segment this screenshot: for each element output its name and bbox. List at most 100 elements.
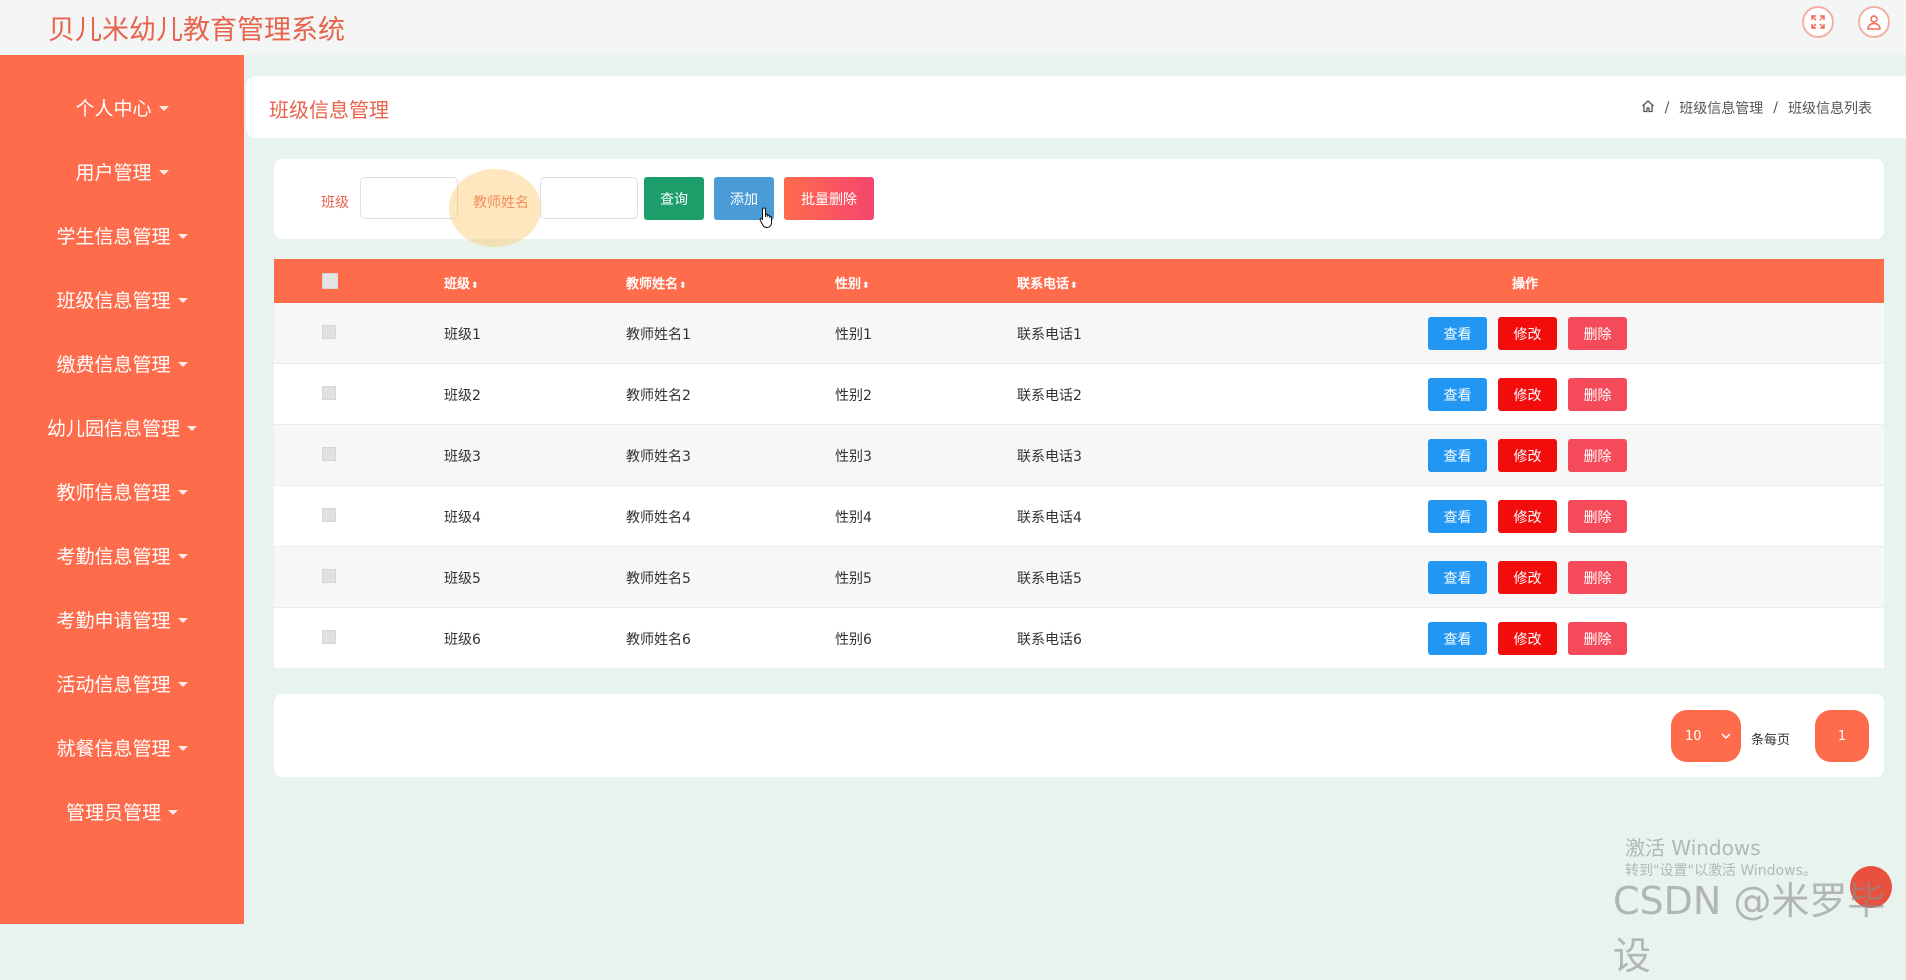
delete-button[interactable]: 删除 xyxy=(1568,439,1627,472)
caret-down-icon xyxy=(177,681,188,687)
sort-icon: ⬍ xyxy=(679,281,687,291)
home-icon[interactable] xyxy=(1641,99,1655,117)
cell-phone: 联系电话6 xyxy=(1017,632,1082,648)
sort-icon: ⬍ xyxy=(862,281,870,291)
edit-button[interactable]: 修改 xyxy=(1498,622,1557,655)
table-row: 班级3 教师姓名3 性别3 联系电话3 查看 修改 删除 xyxy=(274,425,1884,486)
view-button[interactable]: 查看 xyxy=(1428,439,1487,472)
view-button[interactable]: 查看 xyxy=(1428,561,1487,594)
cell-class: 班级4 xyxy=(444,510,481,526)
edit-button[interactable]: 修改 xyxy=(1498,378,1557,411)
cell-teacher: 教师姓名4 xyxy=(626,510,691,526)
pagination-bar: 10 条每页 1 xyxy=(274,694,1884,777)
sidebar-item-label: 学生信息管理 xyxy=(56,225,171,248)
edit-button[interactable]: 修改 xyxy=(1498,317,1557,350)
delete-button[interactable]: 删除 xyxy=(1568,622,1627,655)
sidebar-item-activities[interactable]: 活动信息管理 xyxy=(0,663,244,703)
sidebar-item-label: 就餐信息管理 xyxy=(56,737,171,760)
row-checkbox[interactable] xyxy=(322,447,336,461)
user-icon[interactable] xyxy=(1858,6,1890,38)
sidebar-item-payments[interactable]: 缴费信息管理 xyxy=(0,343,244,383)
cell-phone: 联系电话4 xyxy=(1017,510,1082,526)
caret-down-icon xyxy=(177,361,188,367)
page-button-current[interactable]: 1 xyxy=(1815,710,1869,762)
view-button[interactable]: 查看 xyxy=(1428,317,1487,350)
batch-delete-button[interactable]: 批量删除 xyxy=(784,177,874,220)
column-header-teacher[interactable]: 教师姓名⬍ xyxy=(626,273,687,292)
page-size-value: 10 xyxy=(1685,728,1702,744)
page-header: 班级信息管理 / 班级信息管理 / 班级信息列表 xyxy=(246,76,1906,138)
edit-button[interactable]: 修改 xyxy=(1498,439,1557,472)
delete-button[interactable]: 删除 xyxy=(1568,378,1627,411)
view-button[interactable]: 查看 xyxy=(1428,622,1487,655)
cell-teacher: 教师姓名6 xyxy=(626,632,691,648)
caret-down-icon xyxy=(177,297,188,303)
teacher-name-search-input[interactable] xyxy=(540,177,638,219)
breadcrumb-separator: / xyxy=(1664,100,1670,116)
sidebar-item-attendance-request[interactable]: 考勤申请管理 xyxy=(0,599,244,639)
delete-button[interactable]: 删除 xyxy=(1568,561,1627,594)
edit-button[interactable]: 修改 xyxy=(1498,500,1557,533)
row-checkbox[interactable] xyxy=(322,325,336,339)
fullscreen-icon[interactable] xyxy=(1802,6,1834,38)
table-row: 班级1 教师姓名1 性别1 联系电话1 查看 修改 删除 xyxy=(274,303,1884,364)
row-checkbox[interactable] xyxy=(322,386,336,400)
sort-icon: ⬍ xyxy=(471,281,479,291)
delete-button[interactable]: 删除 xyxy=(1568,317,1627,350)
sidebar-item-kindergarten[interactable]: 幼儿园信息管理 xyxy=(0,407,244,447)
column-header-phone[interactable]: 联系电话⬍ xyxy=(1017,273,1078,292)
breadcrumb: / 班级信息管理 / 班级信息列表 xyxy=(1641,98,1872,118)
top-header: 贝儿米幼儿教育管理系统 xyxy=(0,0,1906,55)
sidebar-item-admins[interactable]: 管理员管理 xyxy=(0,791,244,831)
caret-down-icon xyxy=(177,489,188,495)
cell-gender: 性别6 xyxy=(835,632,872,648)
sidebar-item-teachers[interactable]: 教师信息管理 xyxy=(0,471,244,511)
sidebar-item-label: 教师信息管理 xyxy=(56,481,171,504)
delete-button[interactable]: 删除 xyxy=(1568,500,1627,533)
cell-class: 班级2 xyxy=(444,388,481,404)
sidebar-item-label: 管理员管理 xyxy=(65,801,161,824)
sidebar-item-personal-center[interactable]: 个人中心 xyxy=(0,87,244,127)
column-header-class[interactable]: 班级⬍ xyxy=(444,273,479,292)
sidebar-item-label: 考勤信息管理 xyxy=(56,545,171,568)
cell-phone: 联系电话1 xyxy=(1017,327,1082,343)
table-row: 班级2 教师姓名2 性别2 联系电话2 查看 修改 删除 xyxy=(274,364,1884,425)
query-button[interactable]: 查询 xyxy=(644,177,704,220)
breadcrumb-separator: / xyxy=(1773,100,1778,116)
caret-down-icon xyxy=(187,425,197,431)
cell-phone: 联系电话3 xyxy=(1017,449,1082,465)
sidebar-item-users[interactable]: 用户管理 xyxy=(0,151,244,191)
sidebar-item-meals[interactable]: 就餐信息管理 xyxy=(0,727,244,767)
sidebar-item-classes[interactable]: 班级信息管理 xyxy=(0,279,244,319)
sidebar-item-students[interactable]: 学生信息管理 xyxy=(0,215,244,255)
breadcrumb-item-class-management[interactable]: 班级信息管理 xyxy=(1679,98,1763,118)
sidebar-item-label: 班级信息管理 xyxy=(56,289,171,312)
caret-down-icon xyxy=(168,809,178,815)
class-search-input[interactable] xyxy=(360,177,458,219)
caret-down-icon xyxy=(158,169,169,175)
view-button[interactable]: 查看 xyxy=(1428,378,1487,411)
cell-class: 班级3 xyxy=(444,449,481,465)
breadcrumb-item-class-list: 班级信息列表 xyxy=(1788,101,1872,117)
cell-gender: 性别1 xyxy=(835,327,872,343)
sort-icon: ⬍ xyxy=(1070,281,1078,291)
class-label: 班级 xyxy=(321,195,349,211)
table-row: 班级6 教师姓名6 性别6 联系电话6 查看 修改 删除 xyxy=(274,608,1884,668)
caret-down-icon xyxy=(177,553,188,559)
chevron-down-icon xyxy=(1721,733,1731,740)
row-checkbox[interactable] xyxy=(322,630,336,644)
column-header-gender[interactable]: 性别⬍ xyxy=(835,273,870,292)
page-size-select[interactable]: 10 xyxy=(1671,710,1741,762)
row-checkbox[interactable] xyxy=(322,569,336,583)
sidebar-item-label: 考勤申请管理 xyxy=(56,609,171,632)
sidebar-item-label: 用户管理 xyxy=(75,161,152,184)
table-row: 班级5 教师姓名5 性别5 联系电话5 查看 修改 删除 xyxy=(274,547,1884,608)
view-button[interactable]: 查看 xyxy=(1428,500,1487,533)
edit-button[interactable]: 修改 xyxy=(1498,561,1557,594)
sidebar-item-attendance[interactable]: 考勤信息管理 xyxy=(0,535,244,575)
row-checkbox[interactable] xyxy=(322,508,336,522)
page-title: 班级信息管理 xyxy=(269,98,389,122)
cell-gender: 性别4 xyxy=(835,510,872,526)
select-all-checkbox[interactable] xyxy=(322,273,338,289)
cell-phone: 联系电话5 xyxy=(1017,571,1082,587)
